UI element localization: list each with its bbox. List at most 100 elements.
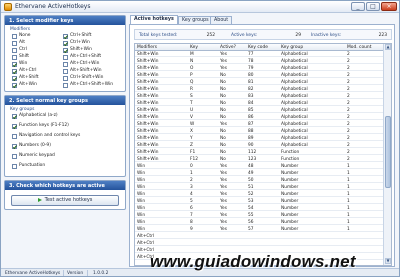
checkbox-empty-icon[interactable] <box>12 133 17 139</box>
table-scrollbar[interactable]: ▲ ▼ <box>383 44 391 265</box>
table-row[interactable]: Shift+Win Z No 90 Alphabetical 2 <box>135 142 384 148</box>
col-key[interactable]: Key <box>190 45 198 50</box>
checkbox-numbers-0-9[interactable]: Numbers (0-9) <box>12 143 51 149</box>
table-row[interactable]: Shift+Win U No 85 Alphabetical 2 <box>135 107 384 113</box>
table-row[interactable]: Shift+Win V No 86 Alphabetical 2 <box>135 114 384 120</box>
hotkeys-table[interactable]: Modifiers Key Active? Key code Key group… <box>134 43 392 266</box>
test-active-hotkeys-button[interactable]: Test active hotkeys <box>11 195 119 206</box>
checkbox-checked-icon[interactable] <box>63 40 68 46</box>
col-modifiers[interactable]: Modifiers <box>137 45 157 50</box>
checkbox-empty-icon[interactable] <box>12 33 17 39</box>
col-key-group[interactable]: Key group <box>281 45 303 50</box>
table-row[interactable]: Alt+Ctrl <box>135 233 384 239</box>
checkbox-function-keys-f1-f12[interactable]: Function keys (F1-F12) <box>12 123 69 129</box>
checkbox-label: Alt+Ctrl+Win <box>70 61 100 66</box>
checkbox-ctrl-shift[interactable]: Ctrl+Shift <box>63 33 91 39</box>
col-key-code[interactable]: Key code <box>248 45 268 50</box>
table-row[interactable]: Shift+Win R No 82 Alphabetical 2 <box>135 86 384 92</box>
table-row[interactable]: Shift+Win F12 No 123 Function 2 <box>135 156 384 162</box>
checkbox-win[interactable]: Win <box>12 61 27 67</box>
table-row[interactable]: Alt+Ctrl <box>135 240 384 246</box>
checkbox-label: Alt+Ctrl+Shift <box>70 54 102 59</box>
checkbox-checked-icon[interactable] <box>63 47 68 53</box>
checkbox-alt-shift-win[interactable]: Alt+Shift+Win <box>63 68 102 74</box>
checkbox-alt-ctrl-shift[interactable]: Alt+Ctrl+Shift <box>63 54 101 60</box>
table-row[interactable]: Win 3 Yes 51 Number 1 <box>135 184 384 190</box>
table-row[interactable]: Shift+Win X No 88 Alphabetical 2 <box>135 128 384 134</box>
checkbox-checked-icon[interactable] <box>12 143 17 149</box>
tab-key-groups[interactable]: Key groups <box>178 16 213 24</box>
table-row[interactable]: Win 6 Yes 54 Number 1 <box>135 205 384 211</box>
left-panel: 1. Select modifier keys Modifiers None Al… <box>4 15 126 267</box>
checkbox-label: Alt+Ctrl+Shift+Win <box>70 82 114 87</box>
key-group-cell: Alphabetical <box>281 142 308 148</box>
status-version-label: Version <box>67 271 84 276</box>
checkbox-checked-icon[interactable] <box>12 75 17 81</box>
checkbox-alt-ctrl[interactable]: Alt+Ctrl <box>12 68 36 74</box>
table-row[interactable]: Win 4 Yes 52 Number 1 <box>135 191 384 197</box>
minimize-button[interactable]: _ <box>351 2 365 11</box>
scroll-up-icon[interactable]: ▲ <box>385 44 391 50</box>
checkbox-checked-icon[interactable] <box>63 33 68 39</box>
checkbox-ctrl[interactable]: Ctrl <box>12 47 27 53</box>
checkbox-empty-icon[interactable] <box>63 68 68 74</box>
checkbox-checked-icon[interactable] <box>12 68 17 74</box>
table-row[interactable]: Win 2 Yes 50 Number 1 <box>135 177 384 183</box>
table-row[interactable]: Shift+Win Y No 89 Alphabetical 2 <box>135 135 384 141</box>
checkbox-empty-icon[interactable] <box>12 54 17 60</box>
checkbox-punctuation[interactable]: Punctuation <box>12 163 45 169</box>
checkbox-empty-icon[interactable] <box>63 75 68 81</box>
table-row[interactable]: Shift+Win O Yes 79 Alphabetical 2 <box>135 65 384 71</box>
table-row[interactable]: Shift+Win N Yes 78 Alphabetical 2 <box>135 58 384 64</box>
table-row[interactable]: Shift+Win W Yes 87 Alphabetical 2 <box>135 121 384 127</box>
col-active[interactable]: Active? <box>220 45 236 50</box>
checkbox-navigation-and-control-keys[interactable]: Navigation and control keys <box>12 133 80 139</box>
checkbox-checked-icon[interactable] <box>12 61 17 67</box>
checkbox-alt-ctrl-win[interactable]: Alt+Ctrl+Win <box>63 61 99 67</box>
checkbox-shift[interactable]: Shift <box>12 54 29 60</box>
table-row[interactable]: Win 9 Yes 57 Number 1 <box>135 226 384 232</box>
checkbox-empty-icon[interactable] <box>12 40 17 46</box>
checkbox-empty-icon[interactable] <box>12 153 17 159</box>
title-bar[interactable]: Ethervane ActiveHotkeys _ □ × <box>1 1 399 13</box>
table-row[interactable]: Win 1 Yes 49 Number 1 <box>135 170 384 176</box>
checkbox-empty-icon[interactable] <box>63 61 68 67</box>
table-row[interactable]: Shift+Win S No 83 Alphabetical 2 <box>135 93 384 99</box>
checkbox-ctrl-win[interactable]: Ctrl+Win <box>63 40 90 46</box>
checkbox-alt-ctrl-shift-win[interactable]: Alt+Ctrl+Shift+Win <box>63 82 113 88</box>
checkbox-none[interactable]: None <box>12 33 30 39</box>
checkbox-shift-win[interactable]: Shift+Win <box>63 47 92 53</box>
tab-about[interactable]: About <box>210 16 233 24</box>
mod-count-cell: 1 <box>347 205 350 211</box>
checkbox-empty-icon[interactable] <box>12 47 17 53</box>
maximize-button[interactable]: □ <box>366 2 380 11</box>
checkbox-ctrl-shift-win[interactable]: Ctrl+Shift+Win <box>63 75 103 81</box>
table-row[interactable]: Shift+Win Q No 81 Alphabetical 2 <box>135 79 384 85</box>
checkbox-alphabetical-a-z[interactable]: Alphabetical (a-z) <box>12 113 58 119</box>
active-cell: No <box>220 100 226 106</box>
checkbox-alt-win[interactable]: Alt+Win <box>12 82 37 88</box>
close-button[interactable]: × <box>381 2 397 11</box>
checkbox-checked-icon[interactable] <box>12 113 17 119</box>
table-row[interactable]: Win 5 Yes 53 Number 1 <box>135 198 384 204</box>
checkbox-alt[interactable]: Alt <box>12 40 25 46</box>
tab-active-hotkeys[interactable]: Active hotkeys <box>130 15 178 24</box>
table-row[interactable]: Shift+Win P No 80 Alphabetical 2 <box>135 72 384 78</box>
checkbox-checked-icon[interactable] <box>12 123 17 129</box>
table-row[interactable]: Win 7 Yes 55 Number 1 <box>135 212 384 218</box>
checkbox-empty-icon[interactable] <box>63 82 68 88</box>
active-cell: Yes <box>220 65 227 71</box>
table-row[interactable]: Shift+Win T No 84 Alphabetical 2 <box>135 100 384 106</box>
checkbox-empty-icon[interactable] <box>63 54 68 60</box>
mod-count-cell: 1 <box>347 184 350 190</box>
table-row[interactable]: Win 8 Yes 56 Number 1 <box>135 219 384 225</box>
col-mod-count[interactable]: Mod. count <box>347 45 371 50</box>
table-row[interactable]: Shift+Win F1 No 112 Function 2 <box>135 149 384 155</box>
checkbox-alt-shift[interactable]: Alt+Shift <box>12 75 39 81</box>
checkbox-checked-icon[interactable] <box>12 82 17 88</box>
scroll-thumb[interactable] <box>385 116 391 188</box>
checkbox-empty-icon[interactable] <box>12 163 17 169</box>
checkbox-numeric-keypad[interactable]: Numeric keypad <box>12 153 55 159</box>
table-row[interactable]: Win 0 Yes 48 Number 1 <box>135 163 384 169</box>
table-row[interactable]: Shift+Win M Yes 77 Alphabetical 2 <box>135 51 384 57</box>
